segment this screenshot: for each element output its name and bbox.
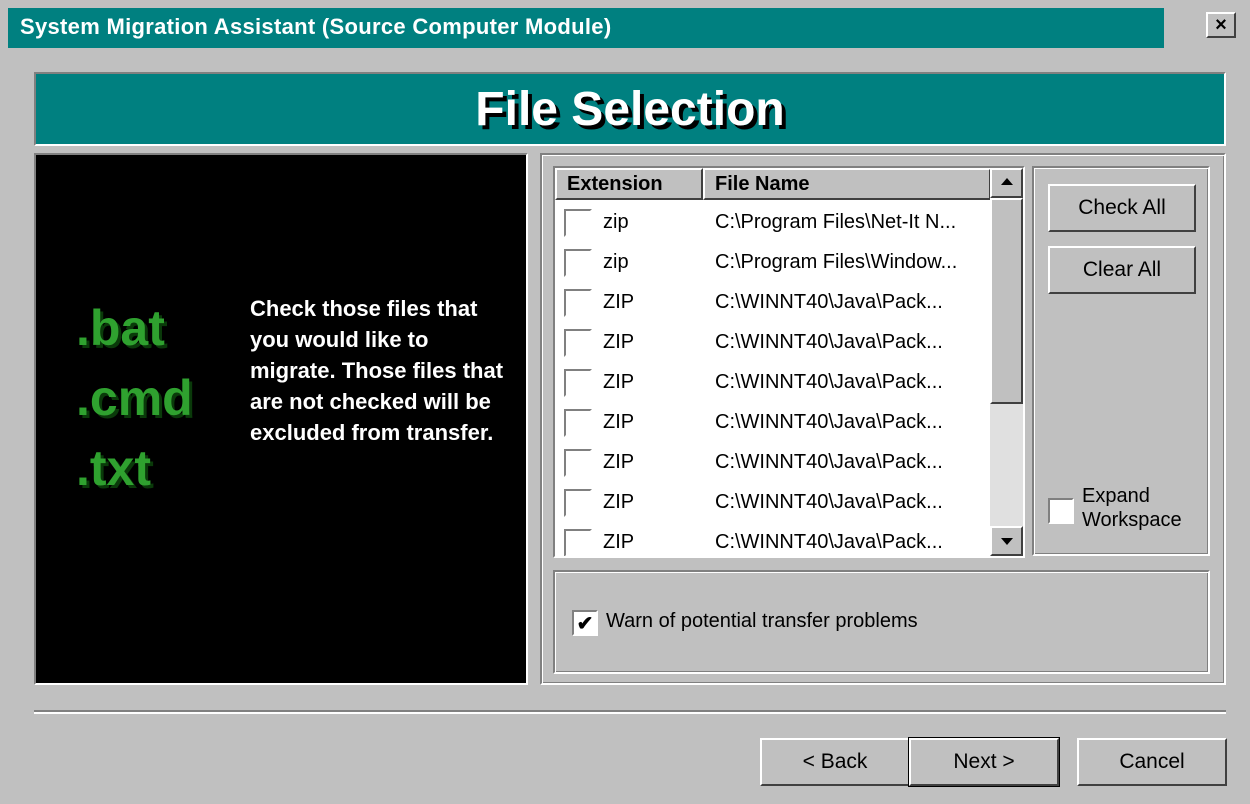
row-file-name: C:\Program Files\Net-It N... xyxy=(715,211,957,233)
row-checkbox[interactable] xyxy=(564,209,592,237)
check-all-button[interactable]: Check All xyxy=(1048,184,1196,232)
row-checkbox[interactable] xyxy=(564,409,592,437)
row-checkbox[interactable] xyxy=(564,249,592,277)
arrow-down-icon xyxy=(1001,538,1013,545)
expand-workspace-label[interactable]: Expand Workspace xyxy=(1082,484,1202,532)
row-checkbox[interactable] xyxy=(564,529,592,556)
row-extension: ZIP xyxy=(603,291,635,313)
warn-transfer-label[interactable]: Warn of potential transfer problems xyxy=(606,610,918,633)
extension-cmd: .cmd xyxy=(76,370,193,426)
row-file-name: C:\WINNT40\Java\Pack... xyxy=(715,451,943,473)
row-file-name: C:\WINNT40\Java\Pack... xyxy=(715,531,943,553)
list-item[interactable]: ZIP C:\WINNT40\Java\Pack... xyxy=(555,482,991,522)
checkmark-icon: ✔ xyxy=(576,612,594,635)
extension-txt: .txt xyxy=(76,440,151,496)
row-checkbox[interactable] xyxy=(564,489,592,517)
row-file-name: C:\WINNT40\Java\Pack... xyxy=(715,331,943,353)
list-item[interactable]: ZIP C:\WINNT40\Java\Pack... xyxy=(555,282,991,322)
expand-workspace-label-line2: Workspace xyxy=(1082,509,1182,531)
row-extension: zip xyxy=(603,251,629,273)
close-button[interactable]: × xyxy=(1206,12,1236,38)
clear-all-button[interactable]: Clear All xyxy=(1048,246,1196,294)
row-extension: ZIP xyxy=(603,331,635,353)
row-extension: ZIP xyxy=(603,411,635,433)
row-checkbox[interactable] xyxy=(564,449,592,477)
row-extension: ZIP xyxy=(603,371,635,393)
row-extension: ZIP xyxy=(603,451,635,473)
row-checkbox[interactable] xyxy=(564,369,592,397)
row-file-name: C:\WINNT40\Java\Pack... xyxy=(715,291,943,313)
list-item[interactable]: ZIP C:\WINNT40\Java\Pack... xyxy=(555,322,991,362)
row-extension: ZIP xyxy=(603,531,635,553)
row-file-name: C:\WINNT40\Java\Pack... xyxy=(715,371,943,393)
column-header-file-name[interactable]: File Name xyxy=(703,168,991,200)
expand-workspace-checkbox[interactable] xyxy=(1048,498,1074,524)
instruction-text: Check those files that you would like to… xyxy=(250,296,504,445)
scroll-thumb[interactable] xyxy=(990,198,1023,404)
scroll-down-button[interactable] xyxy=(990,526,1023,556)
list-item[interactable]: ZIP C:\WINNT40\Java\Pack... xyxy=(555,402,991,442)
arrow-up-icon xyxy=(1001,178,1013,185)
next-button[interactable]: Next > xyxy=(908,737,1060,787)
column-header-extension[interactable]: Extension xyxy=(555,168,703,200)
back-button[interactable]: < Back xyxy=(760,738,910,786)
row-file-name: C:\Program Files\Window... xyxy=(715,251,958,273)
list-item[interactable]: zip C:\Program Files\Net-It N... xyxy=(555,202,991,242)
row-extension: zip xyxy=(603,211,629,233)
window-title: System Migration Assistant (Source Compu… xyxy=(20,14,612,39)
row-checkbox[interactable] xyxy=(564,329,592,357)
expand-workspace-label-line1: Expand xyxy=(1082,485,1150,507)
title-bar: System Migration Assistant (Source Compu… xyxy=(8,8,1164,48)
vertical-scrollbar[interactable] xyxy=(990,168,1023,556)
list-item[interactable]: ZIP C:\WINNT40\Java\Pack... xyxy=(555,522,991,556)
warn-transfer-checkbox[interactable]: ✔ xyxy=(572,610,598,636)
file-list[interactable]: Extension File Name zip C:\Program Files… xyxy=(553,166,1025,558)
divider xyxy=(34,710,1226,714)
row-checkbox[interactable] xyxy=(564,289,592,317)
scroll-up-button[interactable] xyxy=(990,168,1023,198)
list-item[interactable]: zip C:\Program Files\Window... xyxy=(555,242,991,282)
info-panel: .bat .cmd .txt Check those files that yo… xyxy=(34,153,528,685)
close-icon: × xyxy=(1215,13,1227,36)
list-item[interactable]: ZIP C:\WINNT40\Java\Pack... xyxy=(555,362,991,402)
row-extension: ZIP xyxy=(603,491,635,513)
list-item[interactable]: ZIP C:\WINNT40\Java\Pack... xyxy=(555,442,991,482)
header-banner: File Selection xyxy=(34,72,1226,146)
row-file-name: C:\WINNT40\Java\Pack... xyxy=(715,411,943,433)
row-file-name: C:\WINNT40\Java\Pack... xyxy=(715,491,943,513)
extension-bat: .bat xyxy=(76,300,165,356)
page-title: File Selection xyxy=(475,82,785,136)
cancel-button[interactable]: Cancel xyxy=(1077,738,1227,786)
